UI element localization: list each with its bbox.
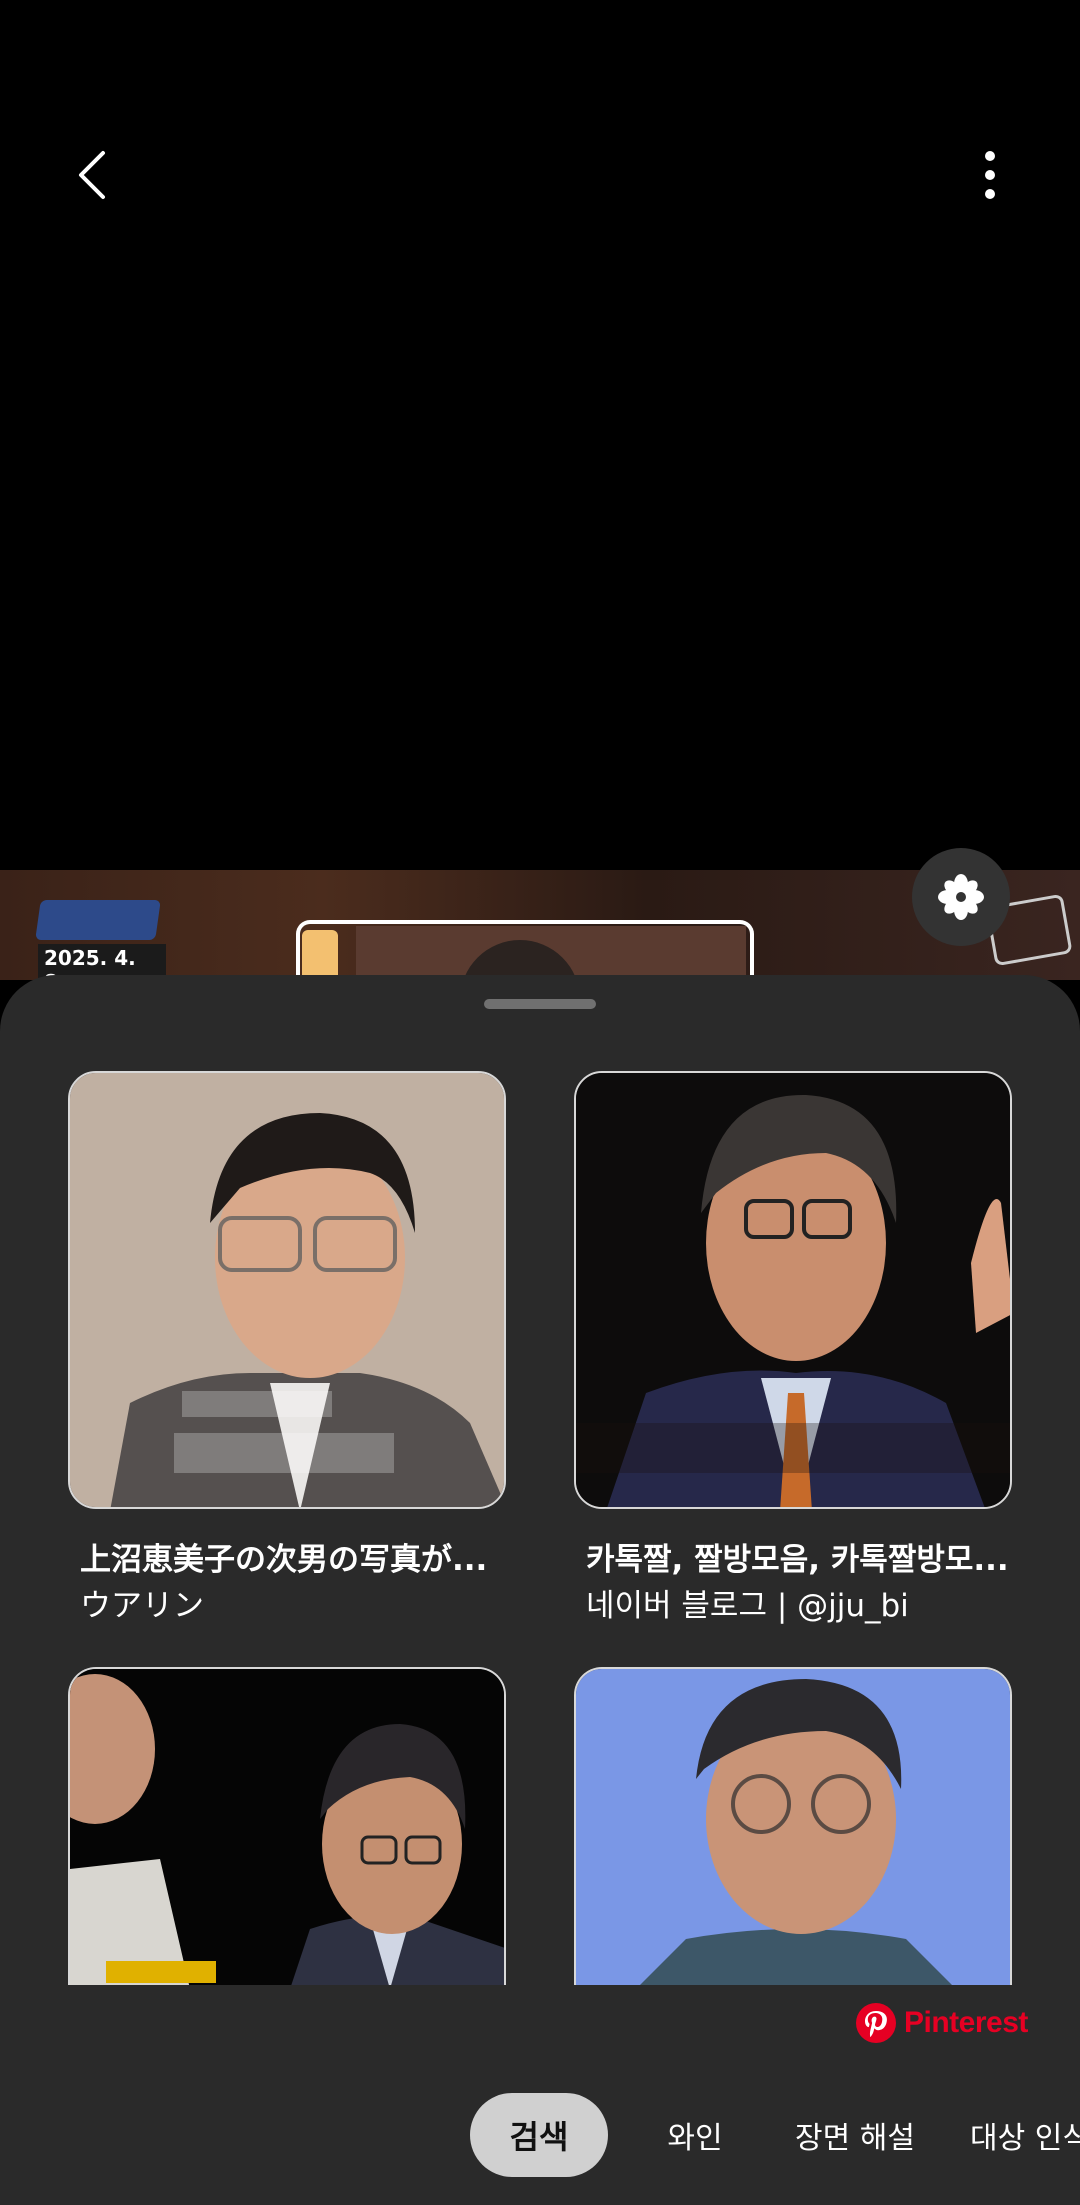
tab-wine[interactable]: 와인 bbox=[652, 2093, 738, 2177]
ai-sparkle-button[interactable] bbox=[912, 848, 1010, 946]
result-card[interactable]: 上沼恵美子の次男の写真が... ウアリン bbox=[68, 1071, 506, 1629]
result-thumbnail[interactable] bbox=[68, 1667, 506, 1987]
more-vertical-icon bbox=[985, 151, 995, 199]
result-thumbnail[interactable] bbox=[574, 1667, 1012, 1987]
selection-frame[interactable] bbox=[296, 920, 754, 980]
result-source: ウアリン bbox=[80, 1588, 204, 1624]
tab-search[interactable]: 검색 bbox=[470, 2093, 608, 2177]
tab-object-recognition[interactable]: 대상 인식 bbox=[970, 2093, 1080, 2177]
pinterest-label: Pinterest bbox=[904, 2006, 1028, 2039]
result-source: 네이버 블로그 | @jju_bi bbox=[586, 1588, 909, 1624]
result-title: 카톡짤, 짤방모음, 카톡짤방모... bbox=[586, 1542, 1009, 1578]
chevron-left-icon bbox=[79, 151, 105, 199]
more-options-button[interactable] bbox=[960, 140, 1020, 210]
result-title: 上沼恵美子の次男の写真が... bbox=[80, 1542, 488, 1578]
sparkle-icon bbox=[938, 874, 984, 920]
pinterest-icon bbox=[856, 2003, 896, 2043]
result-card[interactable] bbox=[68, 1667, 506, 1987]
pinterest-attribution[interactable]: Pinterest bbox=[856, 2003, 1028, 2043]
mode-tabs: 검색 와인 장면 해설 대상 인식 bbox=[0, 2093, 1080, 2183]
result-card[interactable]: 카톡짤, 짤방모음, 카톡짤방모... 네이버 블로그 | @jju_bi bbox=[574, 1071, 1012, 1629]
broadcast-logo: 2025. 4. 8. bbox=[35, 900, 168, 980]
results-bottom-sheet: 上沼恵美子の次男の写真が... ウアリン 카톡짤, 짤방모음, 카톡짤방모...… bbox=[0, 975, 1080, 2205]
sheet-drag-handle[interactable] bbox=[484, 999, 596, 1009]
back-button[interactable] bbox=[62, 140, 122, 210]
viewer-top-area bbox=[0, 0, 1080, 870]
result-card[interactable] bbox=[574, 1667, 1012, 1987]
tab-scene-explain[interactable]: 장면 해설 bbox=[780, 2093, 930, 2177]
result-thumbnail[interactable] bbox=[68, 1071, 506, 1509]
result-thumbnail[interactable] bbox=[574, 1071, 1012, 1509]
